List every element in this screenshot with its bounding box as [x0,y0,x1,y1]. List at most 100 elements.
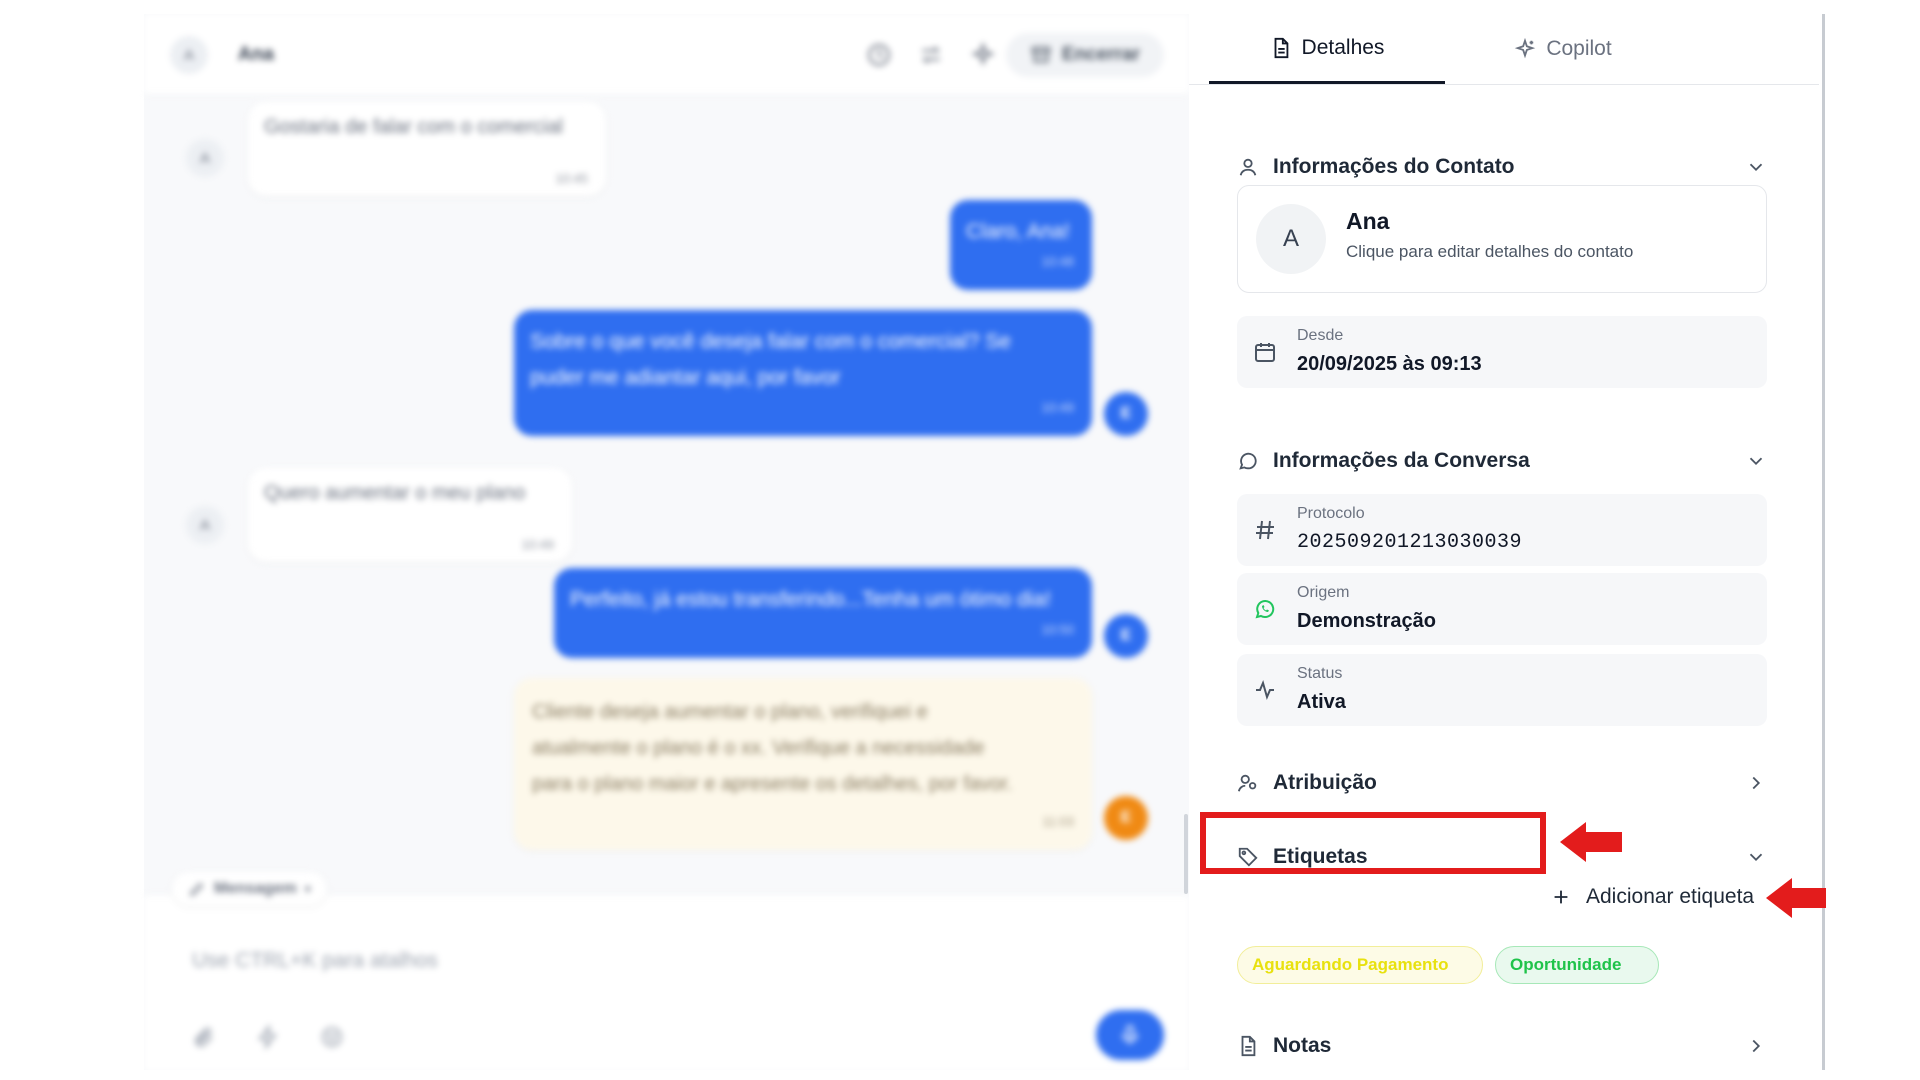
message-bubble-outgoing[interactable]: Sobre o que você deseja falar com o come… [514,310,1092,436]
contact-since-row: Desde 20/09/2025 às 09:13 [1237,316,1767,388]
chat-pane: A Ana Encerrar A Gostaria de falar com o… [144,14,1190,1071]
section-title: Informações do Contato [1273,155,1515,178]
note-text-line: Cliente deseja aumentar o plano, verifiq… [532,701,928,723]
chat-header: A Ana Encerrar [144,14,1189,95]
since-value: 20/09/2025 às 09:13 [1297,353,1482,375]
protocol-label: Protocolo [1297,505,1365,522]
origin-value: Demonstração [1297,610,1436,632]
since-label: Desde [1297,327,1344,344]
message-time: 10:50 [1041,622,1074,637]
message-time: 10:49 [1041,400,1074,415]
lightning-icon[interactable] [256,1025,280,1049]
composer-input[interactable]: Use CTRL+K para atalhos [192,949,438,973]
transfer-icon[interactable] [918,42,944,68]
attachment-icon[interactable] [192,1025,216,1049]
origin-label: Origem [1297,584,1350,601]
activity-icon [1256,680,1274,700]
microphone-icon [1122,1025,1138,1044]
add-tag-button[interactable]: Adicionar etiqueta [1550,880,1754,914]
tag-chip[interactable]: Oportunidade [1495,946,1659,984]
chevron-down-icon [1749,163,1763,172]
sparkle-icon[interactable] [970,42,996,68]
contact-avatar: A [1256,204,1326,274]
tab-label: Detalhes [1301,35,1385,59]
assignment-section-header[interactable]: Atribuição [1237,766,1767,800]
end-conversation-button[interactable]: Encerrar [1006,33,1164,77]
chevron-right-icon [1752,776,1761,790]
agent-avatar: E [1104,614,1148,658]
contact-info-section-header[interactable]: Informações do Contato [1237,150,1767,184]
archive-icon [1031,46,1051,63]
protocol-row: Protocolo 202509201213030039 [1237,494,1767,566]
clock-icon[interactable] [866,42,892,68]
note-text-line: atualmente o plano é o xx. Verifique a n… [532,737,985,759]
calendar-icon [1255,343,1275,362]
tab-copilot[interactable]: Copilot [1445,14,1681,84]
conversation-info-section-header[interactable]: Informações da Conversa [1237,444,1767,478]
section-title: Notas [1273,1034,1332,1057]
contact-name: Ana [1346,208,1390,234]
tag-label: Aguardando Pagamento [1252,955,1449,974]
chat-scrollbar[interactable] [1184,814,1188,894]
message-text-line: Sobre o que você deseja falar com o come… [530,330,1011,353]
hash-icon [1256,520,1274,540]
tag-chip[interactable]: Aguardando Pagamento [1237,946,1483,984]
tag-label: Oportunidade [1510,955,1622,974]
message-avatar: A [186,506,224,544]
message-text-line: puder me adiantar aqui, por favor [530,366,841,389]
end-conversation-label: Encerrar [1061,44,1141,65]
message-composer: Use CTRL+K para atalhos [144,894,1189,1071]
message-text: Claro, Ana! [966,220,1070,243]
document-icon [1241,1035,1256,1057]
message-bubble-incoming[interactable]: Gostaria de falar com o comercial 10:45 [248,102,606,196]
section-title: Atribuição [1273,771,1377,794]
contact-edit-hint: Clique para editar detalhes do contato [1346,242,1634,261]
origin-row: Origem Demonstração [1237,573,1767,645]
tab-detalhes[interactable]: Detalhes [1209,14,1445,84]
message-time: 10:45 [555,171,588,186]
chevron-right-icon [1752,1039,1761,1053]
add-tag-label: Adicionar etiqueta [1586,885,1755,908]
composer-mode-selector[interactable]: Mensagem ▾ [172,872,327,906]
chevron-down-icon [1749,853,1763,862]
annotation-arrow-icon [1766,878,1826,918]
message-text: Quero aumentar o meu plano [264,482,526,504]
message-bubble-outgoing[interactable]: Claro, Ana! 10:48 [950,200,1092,290]
chevron-down-icon [1749,457,1763,466]
internal-note-bubble[interactable]: Cliente deseja aumentar o plano, verifiq… [514,678,1092,850]
status-row: Status Ativa [1237,654,1767,726]
message-bubble-outgoing[interactable]: Perfeito, já estou transferindo...Tenha … [554,568,1092,658]
chat-bubble-icon [1239,452,1257,470]
contact-card[interactable]: A Ana Clique para editar detalhes do con… [1237,185,1767,293]
annotation-highlight-box [1200,812,1546,874]
note-text-line: para o plano maior e apresente os detalh… [532,773,1013,795]
agent-avatar: E [1104,392,1148,436]
plus-icon [1554,890,1568,904]
status-label: Status [1297,665,1343,682]
status-value: Ativa [1297,691,1346,713]
whatsapp-icon [1255,600,1275,619]
message-time: 10:49 [521,537,554,552]
chat-contact-name[interactable]: Ana [238,44,274,66]
chat-blurred-content: A Ana Encerrar A Gostaria de falar com o… [144,14,1189,1071]
chevron-down-icon: ▾ [304,882,311,896]
record-audio-button[interactable] [1096,1010,1164,1060]
sparkle-icon [1515,38,1536,59]
notes-section-header[interactable]: Notas [1237,1029,1767,1063]
user-icon [1239,158,1257,176]
message-time: 11:03 [1042,814,1074,829]
message-bubble-incoming[interactable]: Quero aumentar o meu plano 10:49 [248,468,572,562]
pencil-icon [189,882,204,897]
user-assign-icon [1237,774,1257,792]
protocol-value: 202509201213030039 [1297,531,1523,554]
emoji-icon[interactable] [320,1025,344,1049]
message-text: Perfeito, já estou transferindo...Tenha … [570,588,1051,611]
message-avatar: A [186,139,224,177]
details-tabs: Detalhes Copilot [1189,14,1819,85]
message-text: Gostaria de falar com o comercial [264,116,564,138]
message-time: 10:48 [1041,254,1074,269]
tab-label: Copilot [1546,37,1612,60]
document-icon [1274,37,1288,58]
contact-avatar-small[interactable]: A [170,36,208,74]
composer-mode-label: Mensagem [214,880,297,897]
